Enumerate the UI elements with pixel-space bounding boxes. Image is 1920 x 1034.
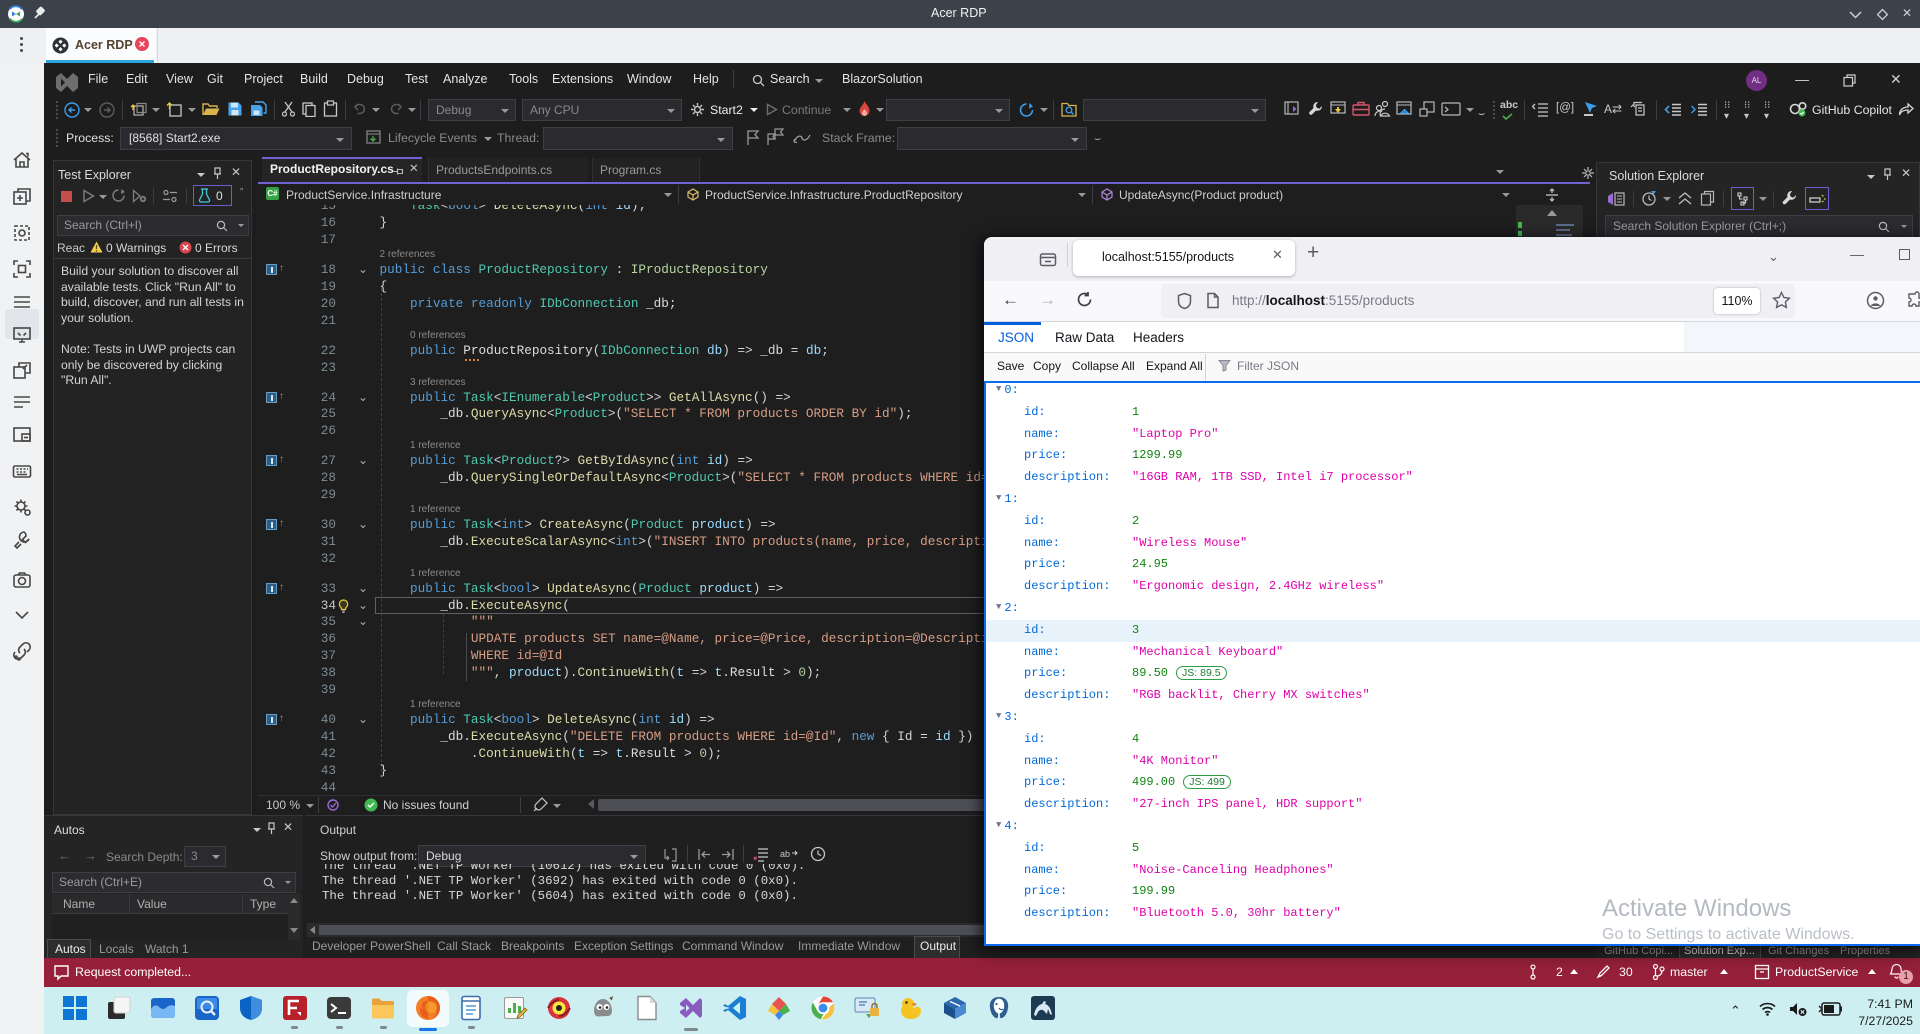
svg-text:ab: ab bbox=[780, 849, 790, 859]
